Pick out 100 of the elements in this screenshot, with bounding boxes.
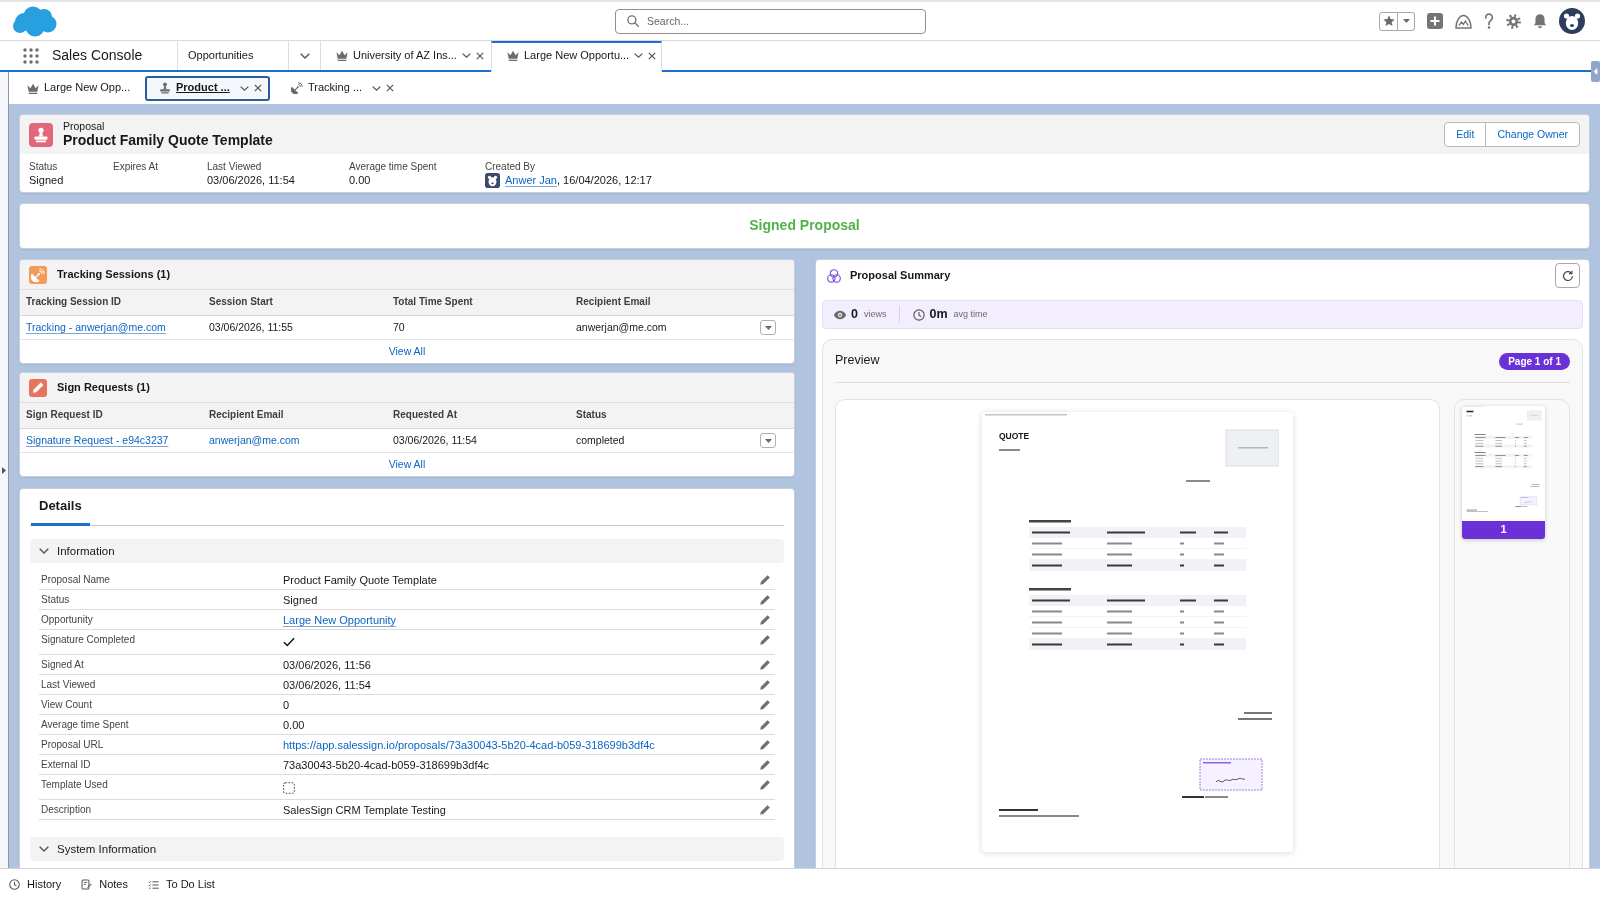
three-circles-icon (827, 268, 841, 283)
view-all-link[interactable]: View All (388, 457, 426, 472)
summary-title: Proposal Summary (850, 268, 951, 283)
field-value: 03/06/2026, 11:54 (283, 679, 371, 691)
field-label: Average time Spent (349, 160, 438, 173)
stat-value: 0m (929, 306, 948, 323)
close-icon[interactable] (254, 84, 262, 92)
mountain-icon[interactable] (1455, 13, 1472, 29)
cloud-logo[interactable] (11, 5, 57, 37)
satellite-dish-icon (29, 265, 47, 284)
record-link[interactable]: Tracking - anwerjan@me.com (26, 320, 166, 333)
status-banner-text: Signed Proposal (749, 217, 860, 235)
url-link[interactable]: https://app.salessign.io/proposals/73a30043-5b20-4cad-b059-318699b3df4c (283, 739, 655, 751)
record-link[interactable]: Signature Request - e94c3237 (26, 433, 169, 446)
checklist-icon (148, 879, 159, 890)
view-all-link[interactable]: View All (388, 344, 426, 359)
page-thumbnail[interactable]: 1 (1462, 406, 1545, 539)
column-header: Recipient Email (575, 296, 652, 309)
user-avatar-icon (485, 173, 500, 188)
close-icon[interactable] (475, 51, 484, 60)
plus-icon[interactable] (1427, 13, 1443, 29)
field-label: Last Viewed (40, 679, 97, 691)
clock-icon (9, 879, 20, 890)
field-label: Status (29, 160, 59, 173)
object-tab[interactable]: Opportunities (177, 41, 288, 70)
close-icon[interactable] (648, 51, 657, 60)
clock-icon (913, 308, 926, 321)
field-label: Average time Spent (40, 719, 130, 731)
stamp-icon (159, 82, 171, 94)
field-label: Signature Completed (40, 634, 136, 646)
action-button[interactable]: Change Owner (1485, 122, 1580, 147)
related-list-title: Sign Requests (1) (57, 380, 150, 395)
field-value: Signed (283, 594, 318, 606)
caret-right-icon[interactable] (2, 466, 6, 474)
search-icon (627, 15, 639, 27)
caret-icon (764, 438, 772, 443)
workspace-tab[interactable]: Large New Opportu... (491, 41, 662, 72)
search-field[interactable]: Search... (615, 8, 926, 34)
crown-icon (336, 50, 348, 61)
app-name: Sales Console (52, 46, 143, 65)
section-header[interactable]: Information (30, 539, 784, 563)
email-link[interactable]: anwerjan@me.com (209, 433, 300, 446)
subtab[interactable]: Product ... (145, 75, 270, 101)
subtab[interactable]: Tracking ... (277, 75, 402, 101)
refresh-button[interactable] (1555, 263, 1580, 288)
chevron-down-icon[interactable] (634, 53, 644, 58)
row-menu-button[interactable] (760, 320, 776, 335)
settings-icon[interactable] (1506, 13, 1521, 29)
to-do-list-button[interactable]: To Do List (148, 877, 215, 892)
chevron-down-icon[interactable] (372, 85, 381, 91)
date-text: , 16/04/2026, 12:17 (557, 173, 652, 188)
user-link[interactable]: Anwer Jan (505, 173, 557, 188)
eye-icon (833, 309, 847, 320)
field-value: 0.00 (283, 719, 305, 731)
stamp-icon (29, 122, 53, 147)
status-text: completed (576, 433, 625, 446)
field-label: View Count (40, 699, 93, 711)
field-label: Proposal URL (40, 739, 105, 751)
bell-icon[interactable] (1533, 13, 1547, 29)
field-label: Expires At (113, 160, 160, 173)
datetime-text: 03/06/2026, 11:55 (209, 320, 293, 333)
crown-icon (507, 50, 519, 61)
related-list-title: Tracking Sessions (1) (57, 267, 171, 282)
field-value: 0.00 (349, 173, 372, 188)
help-icon[interactable] (1484, 13, 1494, 29)
notes-icon (81, 879, 93, 890)
history-button[interactable]: History (9, 877, 62, 892)
field-label: Signed At (40, 659, 85, 671)
stat-value: 0 (851, 306, 858, 323)
chevron-down-icon (299, 52, 310, 59)
row-menu-button[interactable] (760, 433, 776, 448)
section-header[interactable]: System Information (30, 837, 784, 861)
field-value: 03/06/2026, 11:54 (207, 173, 296, 188)
crown-icon (27, 82, 39, 94)
stat-label: views (863, 308, 887, 321)
details-tab[interactable]: Details (31, 489, 90, 526)
field-value: Product Family Quote Template (283, 574, 437, 586)
app-launcher-icon[interactable] (23, 47, 39, 64)
field-label: Opportunity (40, 614, 94, 626)
record-link[interactable]: Large New Opportunity (283, 614, 397, 626)
column-header: Recipient Email (208, 409, 285, 422)
chevron-down-icon[interactable] (240, 85, 249, 91)
close-icon[interactable] (386, 84, 394, 92)
field-label: Last Viewed (207, 160, 263, 173)
column-header: Status (575, 409, 608, 422)
chevron-down-icon[interactable] (461, 53, 471, 58)
subtab[interactable]: Large New Opp... (13, 75, 138, 101)
favorites-button[interactable] (1379, 11, 1398, 31)
datetime-text: 03/06/2026, 11:54 (393, 433, 477, 446)
field-label: Description (40, 804, 93, 816)
avatar-icon[interactable] (1559, 8, 1585, 34)
pencil-icon[interactable] (760, 805, 770, 815)
object-label: Proposal (63, 119, 106, 133)
field-value: 0 (283, 699, 290, 711)
star-icon (1382, 15, 1395, 27)
preview-title: Preview (835, 353, 880, 369)
action-button[interactable]: Edit (1444, 122, 1487, 147)
favorites-menu-button[interactable] (1398, 11, 1415, 31)
field-label: Proposal Name (40, 574, 111, 586)
notes-button[interactable]: Notes (81, 877, 128, 892)
